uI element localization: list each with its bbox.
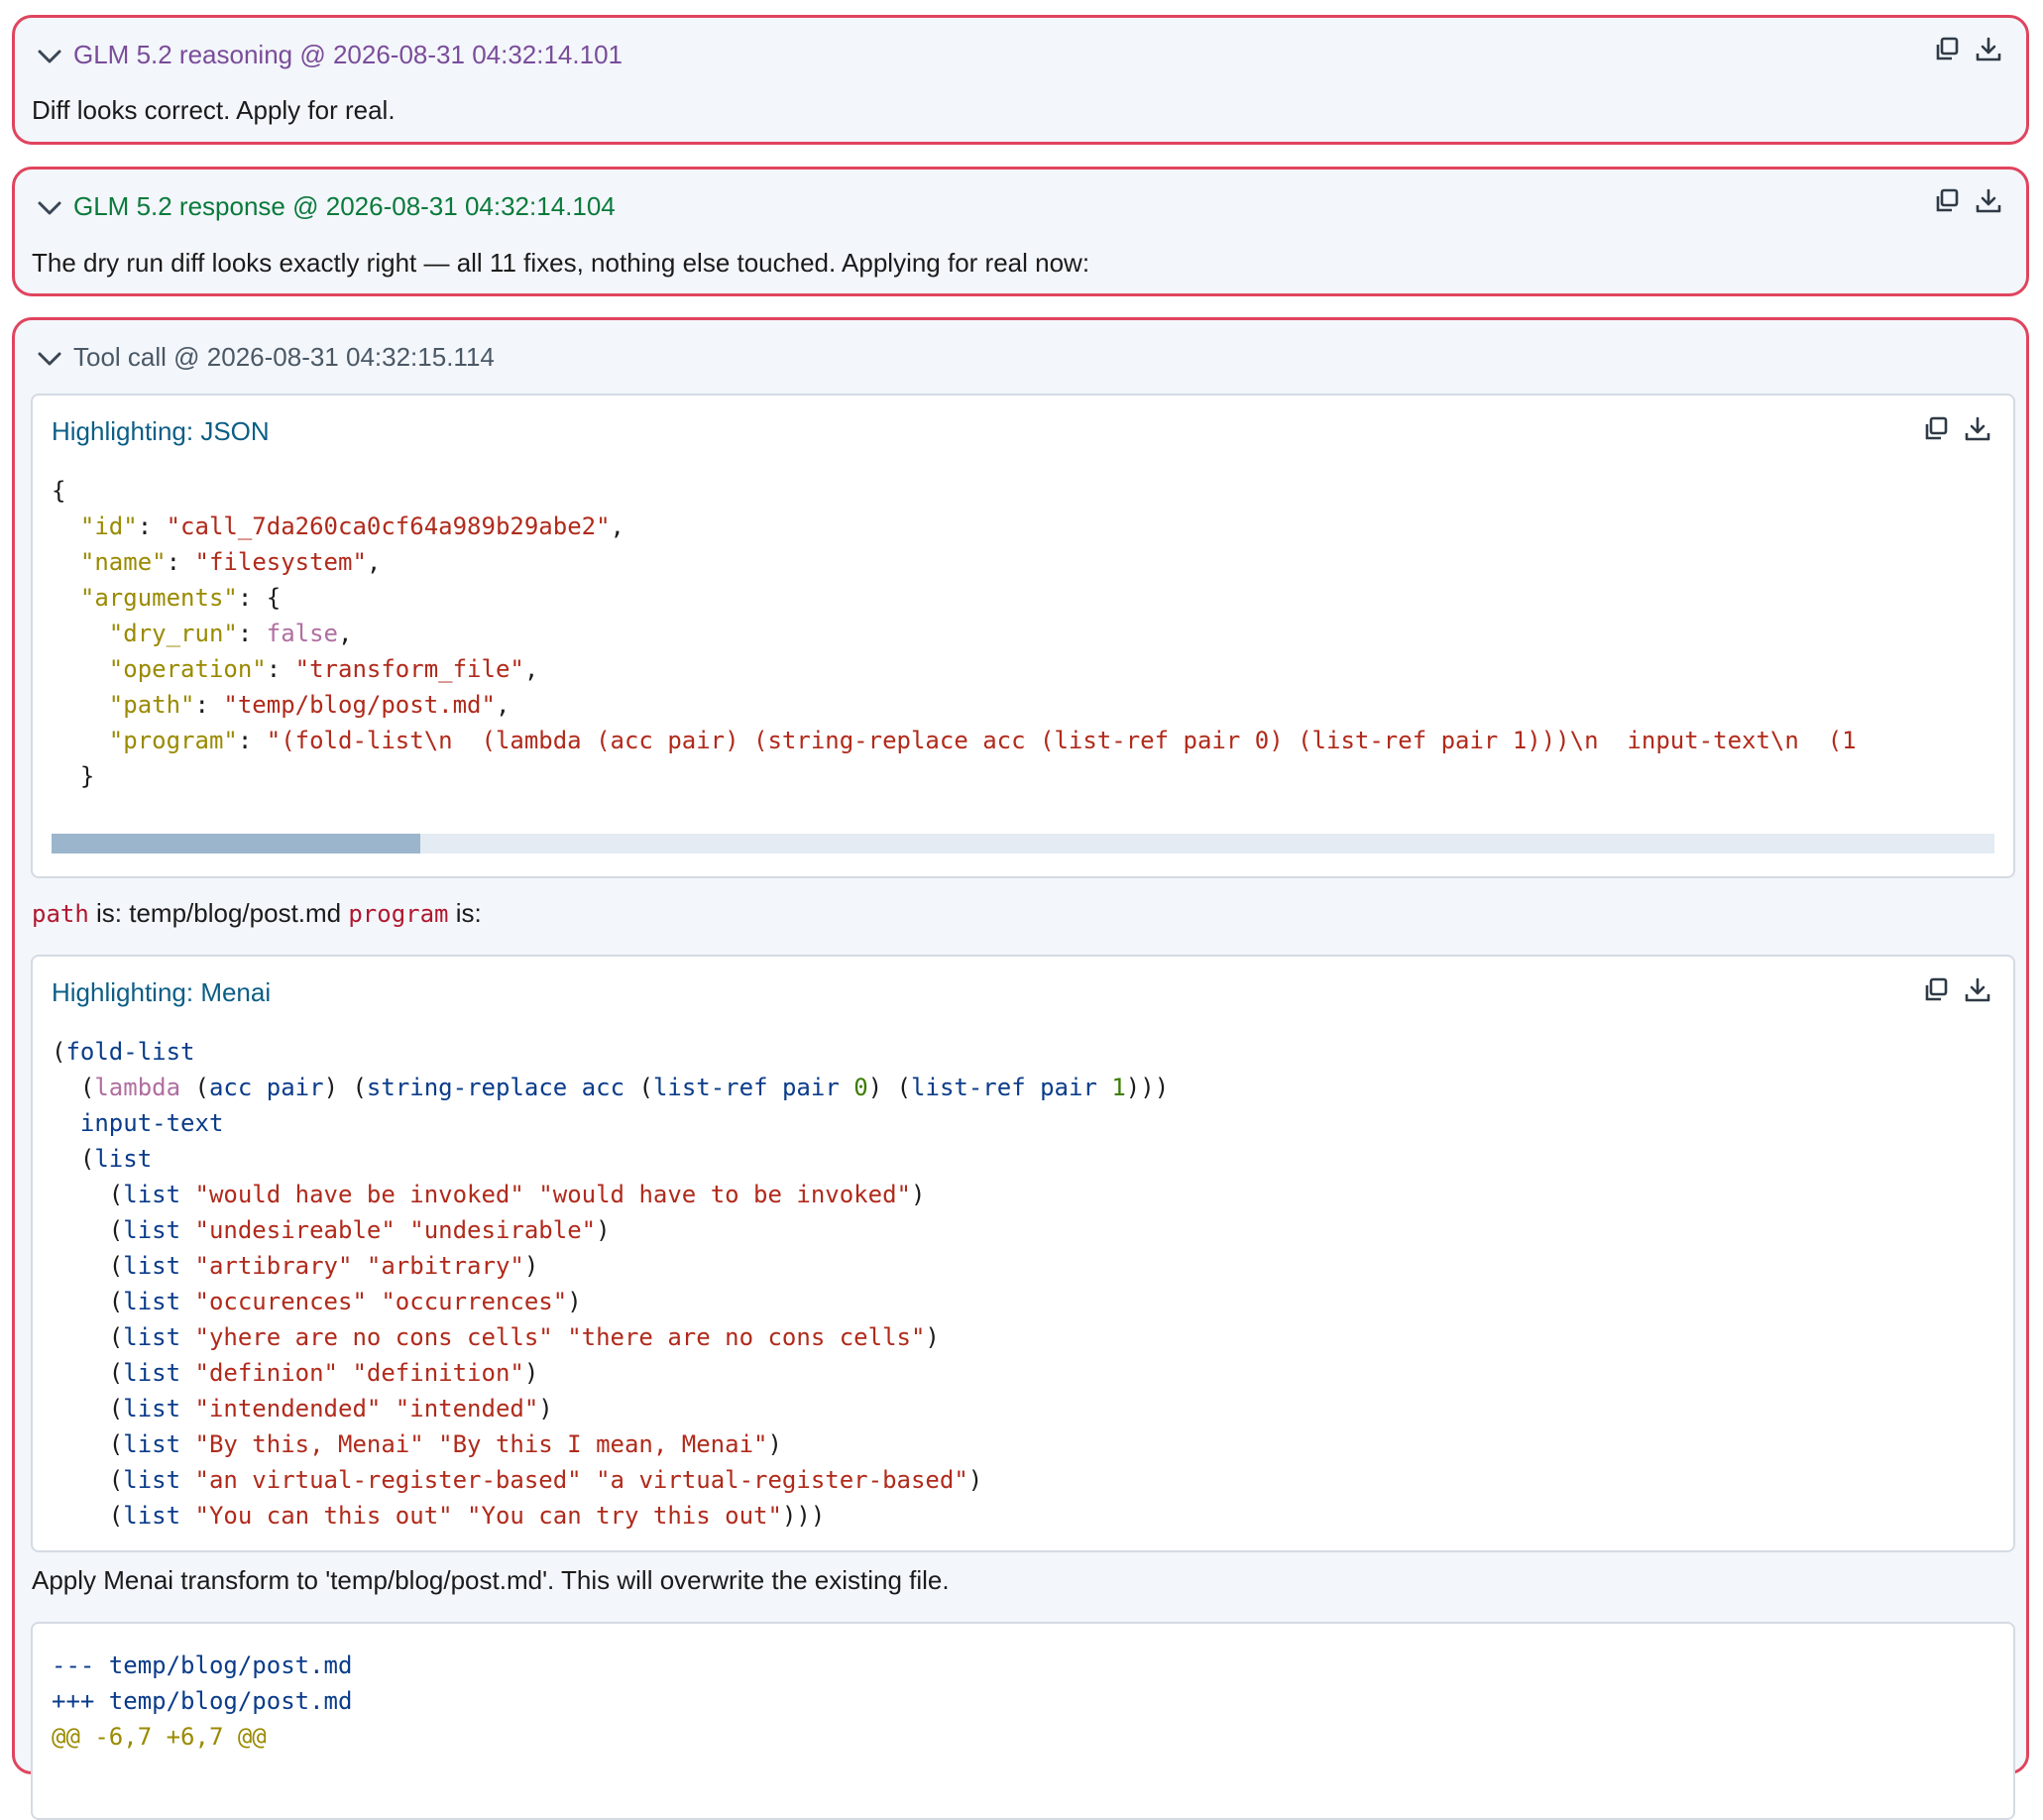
horizontal-scrollbar[interactable] <box>52 834 1994 853</box>
menai-pair-line: (list "would have be invoked" "would hav… <box>52 1181 926 1208</box>
scrollbar-thumb[interactable] <box>52 834 421 853</box>
menai-code-card: Highlighting: Menai (fold-list (lambda (… <box>31 955 2015 1552</box>
menai-pair-line: (list "By this, Menai" "By this I mean, … <box>52 1430 782 1458</box>
path-text: is: temp/blog/post.md <box>88 898 349 928</box>
program-label: program <box>348 900 449 928</box>
json-code-card: Highlighting: JSON { "id": "call_7da260c… <box>31 394 2015 878</box>
reasoning-header[interactable]: GLM 5.2 reasoning @ 2026-08-31 04:32:14.… <box>15 18 2026 97</box>
diff-hunk-header: @@ -6,7 +6,7 @@ <box>52 1723 267 1751</box>
response-header[interactable]: GLM 5.2 response @ 2026-08-31 04:32:14.1… <box>15 170 2026 249</box>
json-code: { "id": "call_7da260ca0cf64a989b29abe2",… <box>52 477 1857 800</box>
reasoning-text: Diff looks correct. Apply for real. <box>32 95 396 125</box>
diff-new-file: +++ temp/blog/post.md <box>52 1687 353 1715</box>
path-program-line: path is: temp/blog/post.md program is: <box>32 895 482 932</box>
menai-pair-line: (list "You can this out" "You can try th… <box>52 1502 826 1530</box>
reasoning-title: GLM 5.2 reasoning @ 2026-08-31 04:32:14.… <box>73 40 623 69</box>
json-code-block[interactable]: { "id": "call_7da260ca0cf64a989b29abe2",… <box>52 473 1994 800</box>
chevron-down-icon[interactable] <box>35 344 64 374</box>
menai-pair-line: (list "an virtual-register-based" "a vir… <box>52 1466 983 1494</box>
conversation: GLM 5.2 reasoning @ 2026-08-31 04:32:14.… <box>0 0 2043 1820</box>
menai-pair-line: (list "undesireable" "undesirable") <box>52 1216 611 1244</box>
tool-call-title: Tool call @ 2026-08-31 04:32:15.114 <box>73 342 495 372</box>
json-card-title: Highlighting: JSON <box>52 416 270 446</box>
menai-pair-line: (list "definion" "definition") <box>52 1359 539 1387</box>
response-text: The dry run diff looks exactly right — a… <box>32 248 1090 278</box>
download-icon[interactable] <box>1975 187 2002 215</box>
menai-pair-line: (list "yhere are no cons cells" "there a… <box>52 1323 940 1351</box>
program-text: is: <box>448 898 482 928</box>
response-title: GLM 5.2 response @ 2026-08-31 04:32:14.1… <box>73 191 616 221</box>
menai-code: (fold-list (lambda (acc pair) (string-re… <box>52 1038 1170 1530</box>
diff-old-file: --- temp/blog/post.md <box>52 1651 353 1679</box>
download-icon[interactable] <box>1975 36 2002 63</box>
menai-pair-line: (list "intendended" "intended") <box>52 1395 553 1422</box>
apply-description: Apply Menai transform to 'temp/blog/post… <box>32 1565 950 1595</box>
download-icon[interactable] <box>1964 415 1991 443</box>
chevron-down-icon[interactable] <box>35 193 64 223</box>
path-label: path <box>32 900 89 928</box>
menai-pair-line: (list "occurences" "occurrences") <box>52 1288 582 1315</box>
response-message: GLM 5.2 response @ 2026-08-31 04:32:14.1… <box>12 167 2029 296</box>
chevron-down-icon[interactable] <box>35 42 64 71</box>
menai-pair-line: (list "artibrary" "arbitrary") <box>52 1252 539 1280</box>
copy-icon[interactable] <box>1933 36 1961 63</box>
copy-icon[interactable] <box>1922 415 1950 443</box>
tool-call-header[interactable]: Tool call @ 2026-08-31 04:32:15.114 <box>15 320 2026 399</box>
download-icon[interactable] <box>1964 976 1991 1004</box>
reasoning-message: GLM 5.2 reasoning @ 2026-08-31 04:32:14.… <box>12 15 2029 145</box>
diff-code-card: --- temp/blog/post.md +++ temp/blog/post… <box>31 1622 2015 1820</box>
diff-code: --- temp/blog/post.md +++ temp/blog/post… <box>52 1648 352 1755</box>
copy-icon[interactable] <box>1922 976 1950 1004</box>
menai-card-title: Highlighting: Menai <box>52 977 272 1007</box>
copy-icon[interactable] <box>1933 187 1961 215</box>
tool-call-message: Tool call @ 2026-08-31 04:32:15.114 High… <box>12 317 2029 1820</box>
